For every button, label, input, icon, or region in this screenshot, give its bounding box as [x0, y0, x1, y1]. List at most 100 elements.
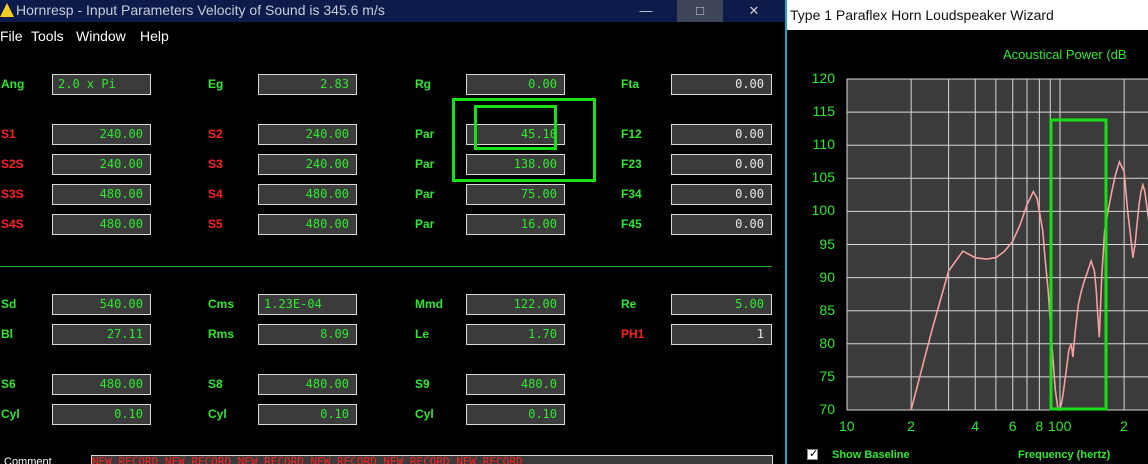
menu-file[interactable]: File — [0, 28, 23, 44]
menu-bar: File Tools Window Help — [0, 22, 785, 50]
param-label: F45 — [621, 217, 642, 231]
param-label: S8 — [208, 377, 223, 391]
acoustical-power-chart — [846, 78, 1148, 411]
plot-background — [847, 79, 1148, 410]
x-tick-label: 100 — [1048, 418, 1072, 434]
section-divider — [0, 266, 772, 267]
param-label: Par — [415, 127, 435, 141]
param-field[interactable]: 0.10 — [466, 404, 565, 425]
param-label: PH1 — [621, 327, 645, 341]
param-field[interactable]: 8.09 — [258, 324, 357, 345]
param-label: Fta — [621, 77, 639, 91]
param-field[interactable]: 2.0 x Pi — [52, 74, 151, 95]
param-label: S6 — [1, 377, 16, 391]
y-tick-label: 85 — [819, 301, 835, 318]
y-tick-label: 80 — [819, 334, 835, 351]
param-field[interactable]: 0.00 — [671, 184, 772, 205]
x-tick-label: 2 — [1120, 418, 1128, 434]
title-bar[interactable]: Hornresp - Input Parameters Velocity of … — [0, 0, 785, 22]
param-label: S2 — [208, 127, 223, 141]
param-field[interactable]: 480.0 — [466, 374, 565, 395]
menu-window[interactable]: Window — [76, 28, 126, 44]
param-field[interactable]: 240.00 — [258, 154, 357, 175]
param-field[interactable]: 240.00 — [258, 124, 357, 145]
param-field[interactable]: 1.70 — [466, 324, 565, 345]
y-tick-label: 100 — [811, 202, 835, 219]
param-label: Cyl — [208, 407, 227, 421]
minimize-button[interactable]: — — [623, 0, 669, 22]
param-field[interactable]: 240.00 — [52, 154, 151, 175]
series-line — [910, 159, 1148, 411]
param-label: Re — [621, 297, 637, 311]
param-label: S1 — [1, 127, 16, 141]
input-parameters-window: Hornresp - Input Parameters Velocity of … — [0, 0, 785, 464]
maximize-button[interactable]: □ — [677, 0, 723, 22]
x-tick-label: 8 — [1035, 418, 1044, 434]
param-field[interactable]: 540.00 — [52, 294, 151, 315]
param-label: Ang — [1, 77, 25, 91]
y-tick-label: 115 — [812, 103, 835, 120]
param-field[interactable]: 0.10 — [52, 404, 151, 425]
x-axis-label: Frequency (hertz) — [1018, 449, 1111, 461]
param-label: S5 — [208, 217, 223, 231]
menu-tools[interactable]: Tools — [31, 28, 64, 44]
wizard-title-bar[interactable]: Type 1 Paraflex Horn Loudspeaker Wizard — [787, 0, 1148, 30]
param-field[interactable]: 480.00 — [258, 184, 357, 205]
param-field[interactable]: 0.00 — [671, 124, 772, 145]
y-tick-label: 95 — [819, 235, 835, 252]
show-baseline-label: Show Baseline — [832, 449, 910, 461]
y-tick-label: 70 — [819, 401, 835, 417]
param-field[interactable]: 0.00 — [671, 74, 772, 95]
param-label: Cms — [208, 297, 235, 311]
param-field[interactable]: 480.00 — [52, 374, 151, 395]
param-label: Eg — [208, 77, 224, 91]
param-label: F23 — [621, 157, 642, 171]
y-tick-label: 110 — [812, 136, 835, 153]
param-label: Par — [415, 187, 435, 201]
x-tick-label: 2 — [907, 418, 915, 434]
y-tick-label: 105 — [811, 169, 835, 186]
y-tick-label: 75 — [819, 367, 835, 384]
show-baseline-checkbox[interactable] — [807, 447, 818, 460]
highlight-box-inner — [474, 105, 557, 150]
param-label: Rg — [415, 77, 431, 91]
comment-field[interactable]: NEW RECORD NEW RECORD NEW RECORD NEW REC… — [91, 455, 773, 464]
param-field[interactable]: 480.00 — [52, 184, 151, 205]
param-field[interactable]: 27.11 — [52, 324, 151, 345]
param-field[interactable]: 5.00 — [671, 294, 772, 315]
param-field[interactable]: 75.00 — [466, 184, 565, 205]
param-label: F12 — [621, 127, 642, 141]
param-label: S4 — [208, 187, 223, 201]
param-label: Par — [415, 157, 435, 171]
param-field[interactable]: 480.00 — [258, 214, 357, 235]
window-title: Hornresp - Input Parameters Velocity of … — [16, 2, 385, 18]
param-field[interactable]: 2.83 — [258, 74, 357, 95]
chart-title: Acoustical Power (dB — [1003, 47, 1127, 62]
param-field[interactable]: 0.00 — [671, 214, 772, 235]
param-label: S4S — [1, 217, 24, 231]
menu-help[interactable]: Help — [140, 28, 169, 44]
param-label: S9 — [415, 377, 430, 391]
param-field[interactable]: 16.00 — [466, 214, 565, 235]
x-tick-label: 4 — [971, 418, 980, 434]
close-button[interactable]: ✕ — [731, 0, 777, 22]
param-label: Rms — [208, 327, 235, 341]
param-label: Bl — [1, 327, 13, 341]
param-field[interactable]: 0.00 — [466, 74, 565, 95]
y-tick-label: 90 — [819, 268, 835, 285]
horn-wizard-window: Type 1 Paraflex Horn Loudspeaker Wizard … — [785, 0, 1148, 464]
param-label: Le — [415, 327, 430, 341]
param-field[interactable]: 480.00 — [258, 374, 357, 395]
param-field[interactable]: 480.00 — [52, 214, 151, 235]
x-tick-label: 10 — [839, 418, 855, 434]
chart-highlight-box — [1049, 118, 1108, 411]
param-label: S3S — [1, 187, 24, 201]
param-field[interactable]: 1.23E-04 — [258, 294, 357, 315]
param-field[interactable]: 122.00 — [466, 294, 565, 315]
param-field[interactable]: 0.10 — [258, 404, 357, 425]
param-field[interactable]: 0.00 — [671, 154, 772, 175]
param-field[interactable]: 240.00 — [52, 124, 151, 145]
param-label: S2S — [1, 157, 24, 171]
comment-label: Comment — [4, 456, 52, 464]
param-field[interactable]: 1 — [671, 324, 772, 345]
